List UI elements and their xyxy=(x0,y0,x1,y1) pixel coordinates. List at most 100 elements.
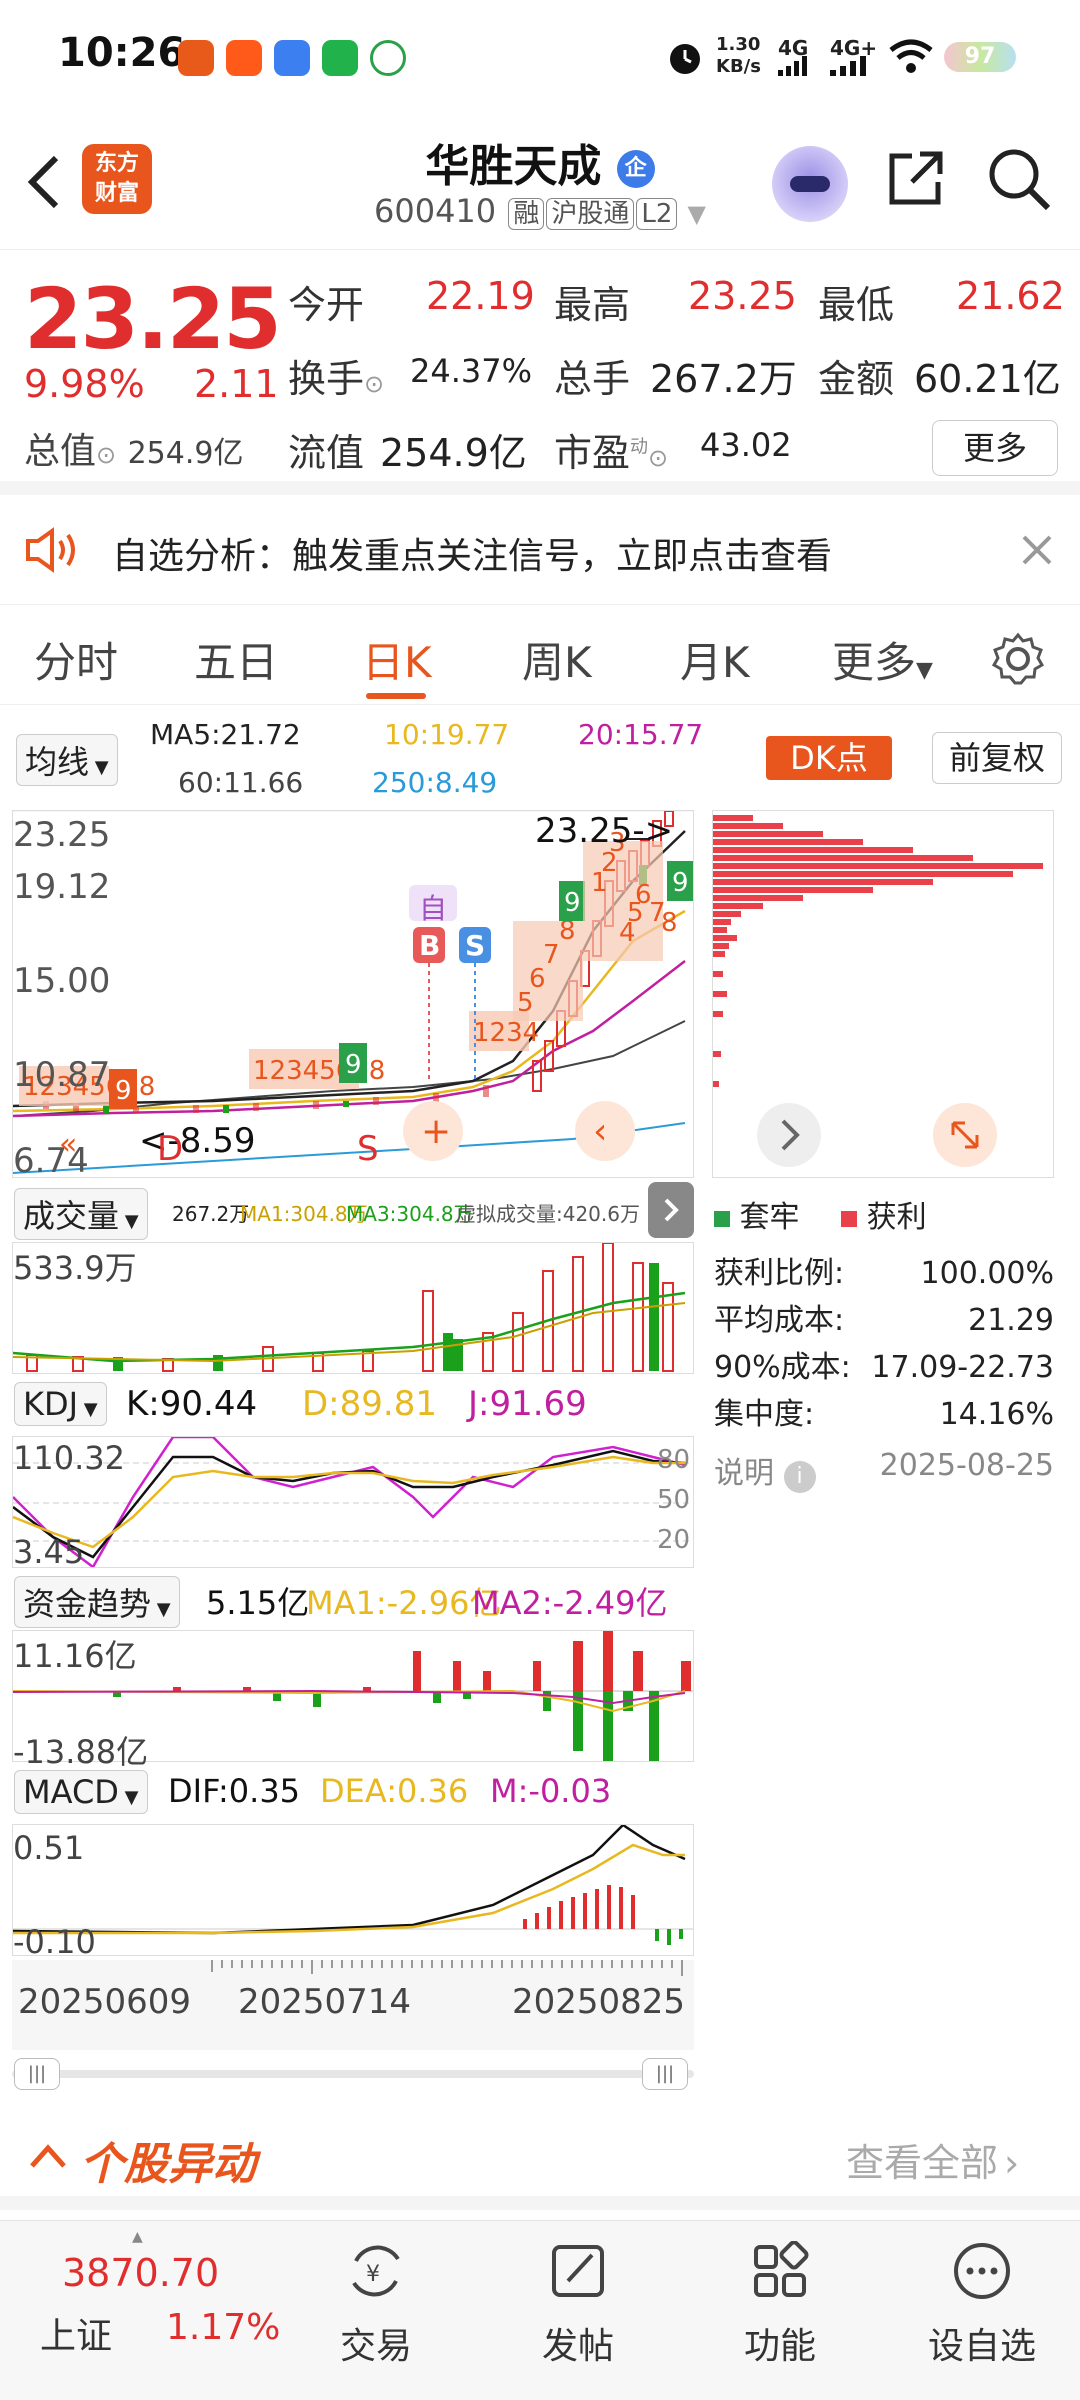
double-left-icon[interactable]: « xyxy=(59,1127,77,1162)
legend-swatch-profit xyxy=(841,1211,858,1227)
range-slider[interactable]: ||| ||| xyxy=(12,2054,694,2094)
more-quote-button[interactable]: 更多 xyxy=(932,420,1058,476)
nav-trade[interactable]: ¥ 交易 xyxy=(296,2241,456,2369)
net-speed-unit: KB/s xyxy=(716,56,761,77)
wifi-icon xyxy=(889,39,933,73)
slider-handle-left[interactable]: ||| xyxy=(14,2058,60,2090)
battery-indicator: 97 xyxy=(944,42,1016,72)
ma250-value: 250:8.49 xyxy=(372,766,498,799)
svg-text:9: 9 xyxy=(672,868,689,898)
kdj-level-50: 50 xyxy=(657,1485,691,1515)
tag-margin: 融 xyxy=(508,198,545,230)
chevron-down-icon: ▼ xyxy=(916,658,933,683)
d-marker: D xyxy=(157,1129,184,1169)
tab-daily-k[interactable]: 日K xyxy=(362,629,432,690)
kline-high-mark: 23.25-> xyxy=(535,811,674,851)
kline-y2: 19.12 xyxy=(13,867,111,907)
chip-panel[interactable] xyxy=(712,810,1054,1178)
ma-selector[interactable]: 均线 ▼ xyxy=(16,734,118,786)
index-value[interactable]: 3870.70 xyxy=(62,2251,219,2295)
total-cap-label: 总值 xyxy=(24,431,97,472)
nav-add-watch[interactable]: 设自选 xyxy=(902,2241,1062,2369)
chip-row: 获利比例: 100.00% xyxy=(714,1256,1054,1291)
open-label: 今开 xyxy=(288,283,365,327)
chip-row: 集中度: 14.16% xyxy=(714,1397,1054,1432)
wechat-icon xyxy=(322,40,358,76)
turnover-label: 换手⊙ xyxy=(288,357,385,401)
kdj-panel[interactable]: 110.32 3.45 80 50 20 xyxy=(12,1435,694,1571)
tab-intraday[interactable]: 分时 xyxy=(34,629,118,690)
chip-chart xyxy=(713,815,1043,1167)
nav-function-label: 功能 xyxy=(743,2326,816,2367)
change-percent: 9.98% xyxy=(24,362,145,406)
float-cap-label: 流值 xyxy=(288,431,365,475)
macd-ymin: -0.10 xyxy=(13,1923,96,1961)
chip-date: 2025-08-25 xyxy=(879,1448,1054,1483)
tab-weekly-k[interactable]: 周K xyxy=(522,629,592,690)
kdj-ymax: 110.32 xyxy=(13,1439,125,1477)
macd-panel[interactable]: 0.51 -0.10 xyxy=(12,1823,694,1961)
stock-code: 600410 xyxy=(373,192,497,230)
kline-chart: 12345678 9 12345678 9 1234 5678 9 123456… xyxy=(13,811,693,1174)
kdj-j: J:91.69 xyxy=(468,1384,587,1424)
fund-panel[interactable]: 11.16亿 -13.88亿 xyxy=(12,1630,694,1771)
share-icon[interactable] xyxy=(884,146,948,210)
volume-selector[interactable]: 成交量 ▼ xyxy=(14,1188,148,1240)
macd-selector[interactable]: MACD ▼ xyxy=(14,1770,148,1814)
panel-toggle-button[interactable] xyxy=(648,1182,694,1238)
slider-track xyxy=(12,2070,694,2078)
macd-ymax: 0.51 xyxy=(13,1829,85,1867)
tab-monthly-k[interactable]: 月K xyxy=(680,629,750,690)
chip-note-row[interactable]: 说明 i 2025-08-25 xyxy=(714,1448,1054,1493)
nav-trade-label: 交易 xyxy=(339,2326,412,2367)
fund-ymax: 11.16亿 xyxy=(13,1637,137,1675)
index-name[interactable]: 上证 xyxy=(40,2307,112,2359)
app-icon-1 xyxy=(178,40,214,76)
signal-notice[interactable]: 自选分析：触发重点关注信号，立即点击查看 xyxy=(0,495,1080,605)
status-bar: 10:26 1.30 KB/s 4G 4G+ 97 xyxy=(0,0,1080,110)
macd-chart xyxy=(12,1823,693,1945)
tab-five-day[interactable]: 五日 xyxy=(194,629,278,690)
trade-icon: ¥ xyxy=(352,2245,400,2297)
chip-row: 平均成本: 21.29 xyxy=(714,1303,1054,1338)
index-percent[interactable]: 1.17% xyxy=(166,2307,280,2348)
macd-m: M:-0.03 xyxy=(490,1772,612,1810)
kdj-level-20: 20 xyxy=(657,1525,691,1555)
ma20-value: 20:15.77 xyxy=(578,718,704,751)
total-cap-value: 254.9亿 xyxy=(127,436,244,471)
date-mid: 20250714 xyxy=(238,1982,412,2022)
info-icon: ⊙ xyxy=(364,370,385,398)
fund-selector[interactable]: 资金趋势 ▼ xyxy=(14,1576,180,1628)
virtual-volume: 虚拟成交量:420.6万 xyxy=(456,1202,640,1226)
tab-more[interactable]: 更多▼ xyxy=(832,629,933,690)
close-icon[interactable] xyxy=(1020,533,1054,567)
chip-note-label: 说明 xyxy=(714,1456,774,1491)
bottom-navigation: ▲ 3870.70 上证 1.17% ¥ 交易 发帖 功能 设自选 xyxy=(0,2220,1080,2400)
caret-up-icon: ▲ xyxy=(132,2229,143,2245)
svg-text:9: 9 xyxy=(345,1050,362,1080)
pe-label: 市盈动⊙ xyxy=(554,431,669,475)
assistant-avatar[interactable] xyxy=(772,146,848,222)
enterprise-badge: 企 xyxy=(616,150,655,188)
speaker-icon xyxy=(26,527,75,573)
chart-tabs: 分时 五日 日K 周K 月K 更多▼ xyxy=(0,605,1080,705)
kdj-selector[interactable]: KDJ ▼ xyxy=(14,1382,107,1426)
search-icon[interactable] xyxy=(986,146,1052,212)
view-all-link[interactable]: 查看全部 › xyxy=(846,2132,1019,2187)
adjust-button[interactable]: 前复权 xyxy=(932,732,1062,784)
slider-handle-right[interactable]: ||| xyxy=(642,2058,688,2090)
volume-panel[interactable]: 533.9万 xyxy=(12,1242,694,1374)
self-select-marker: 自 xyxy=(419,892,448,925)
settings-icon[interactable] xyxy=(990,631,1046,687)
high-label: 最高 xyxy=(554,283,631,327)
nav-function[interactable]: 功能 xyxy=(700,2240,860,2369)
kline-panel[interactable]: 12345678 9 12345678 9 1234 5678 9 123456… xyxy=(12,810,694,1181)
dk-point-button[interactable]: DK点 xyxy=(766,736,892,780)
nav-post[interactable]: 发帖 xyxy=(498,2241,658,2369)
kdj-ymin: 3.45 xyxy=(13,1533,85,1571)
amount-value: 60.21亿 xyxy=(914,357,1061,401)
chevron-up-icon[interactable] xyxy=(28,2140,68,2170)
chip-stats: 获利比例: 100.00% 平均成本: 21.29 90%成本: 17.09-22.7… xyxy=(714,1250,1054,1438)
kline-ymax: 23.25 xyxy=(13,815,111,855)
date-end: 20250825 xyxy=(512,1982,686,2022)
